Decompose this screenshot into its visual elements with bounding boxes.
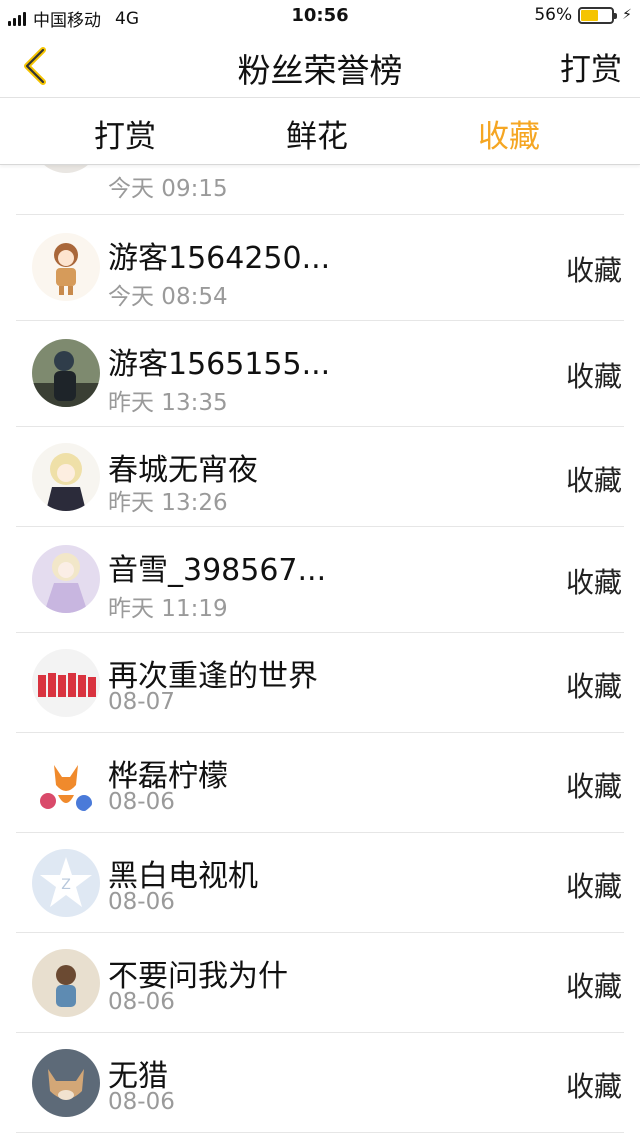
action-label: 收藏 <box>565 566 622 599</box>
fan-list: 今天 09:15 收藏 游客1564250... 今天 08:54 收藏 <box>0 105 640 1133</box>
list-item[interactable]: 春城无宵夜 昨天 13:26 收藏 <box>16 427 624 527</box>
avatar-dog-icon <box>32 1049 100 1117</box>
timestamp: 08-06 <box>108 789 175 815</box>
list-item[interactable]: 游客1564250... 今天 08:54 收藏 <box>16 215 624 321</box>
action-label: 收藏 <box>565 970 622 1003</box>
action-label: 收藏 <box>565 770 622 803</box>
battery-icon <box>578 6 618 24</box>
list-item[interactable]: 不要问我为什 08-06 收藏 <box>16 933 624 1033</box>
avatar <box>32 233 100 301</box>
nav-bar: 粉丝荣誉榜 打赏 <box>0 34 640 98</box>
avatar <box>32 443 100 511</box>
page-title: 粉丝荣誉榜 <box>237 51 403 90</box>
list-item[interactable]: 游客1565155... 昨天 13:35 收藏 <box>16 321 624 427</box>
avatar: Z <box>32 849 100 917</box>
timestamp: 08-07 <box>108 689 175 715</box>
avatar <box>32 339 100 407</box>
avatar <box>32 649 100 717</box>
action-label: 收藏 <box>565 1070 622 1103</box>
avatar <box>32 1049 100 1117</box>
list-item[interactable]: 无猎 08-06 收藏 <box>16 1033 624 1133</box>
user-name: 游客1564250... <box>108 241 331 276</box>
tab-favorites[interactable]: 收藏 <box>478 111 540 156</box>
avatar-blonde-anime-icon <box>32 443 100 511</box>
avatar-fox-icon <box>32 749 100 817</box>
action-label: 收藏 <box>565 464 622 497</box>
list-item[interactable]: 音雪_398567... 昨天 11:19 收藏 <box>16 527 624 633</box>
tab-bar: 打赏 鲜花 收藏 <box>0 99 640 165</box>
action-label: 收藏 <box>565 870 622 903</box>
timestamp: 08-06 <box>108 1089 175 1115</box>
charging-icon: ⚡ <box>622 7 632 23</box>
avatar-default-z-icon: Z <box>32 849 100 917</box>
action-label: 收藏 <box>565 254 622 287</box>
avatar <box>32 545 100 613</box>
list-item[interactable]: 桦磊柠檬 08-06 收藏 <box>16 733 624 833</box>
timestamp: 今天 08:54 <box>108 284 228 310</box>
list-item[interactable]: Z 黑白电视机 08-06 收藏 <box>16 833 624 933</box>
avatar-princess-icon <box>32 545 100 613</box>
user-name: 游客1565155... <box>108 347 331 382</box>
user-name: 音雪_398567... <box>108 553 327 588</box>
timestamp: 08-06 <box>108 889 175 915</box>
action-label: 收藏 <box>565 670 622 703</box>
avatar <box>32 749 100 817</box>
timestamp: 昨天 11:19 <box>108 596 228 622</box>
timestamp: 昨天 13:35 <box>108 390 228 416</box>
tab-reward[interactable]: 打赏 <box>94 111 156 156</box>
list-item[interactable]: 再次重逢的世界 08-07 收藏 <box>16 633 624 733</box>
tab-flowers[interactable]: 鲜花 <box>286 111 348 156</box>
battery-percent: 56% <box>534 5 573 25</box>
avatar-anime-girl-icon <box>32 233 100 301</box>
timestamp: 今天 09:15 <box>108 176 228 202</box>
action-label: 收藏 <box>565 360 622 393</box>
status-bar: 中国移动 4G 10:56 56% ⚡ <box>0 0 640 34</box>
timestamp: 08-06 <box>108 989 175 1015</box>
status-right: 56% ⚡ <box>534 5 632 25</box>
avatar-child-back-icon <box>32 949 100 1017</box>
avatar-group-photo-icon <box>32 649 100 717</box>
svg-text:Z: Z <box>61 877 71 893</box>
avatar <box>32 949 100 1017</box>
battery-fill <box>581 9 598 21</box>
timestamp: 昨天 13:26 <box>108 490 228 516</box>
reward-button[interactable]: 打赏 <box>560 44 622 89</box>
avatar-person-photo-icon <box>32 339 100 407</box>
